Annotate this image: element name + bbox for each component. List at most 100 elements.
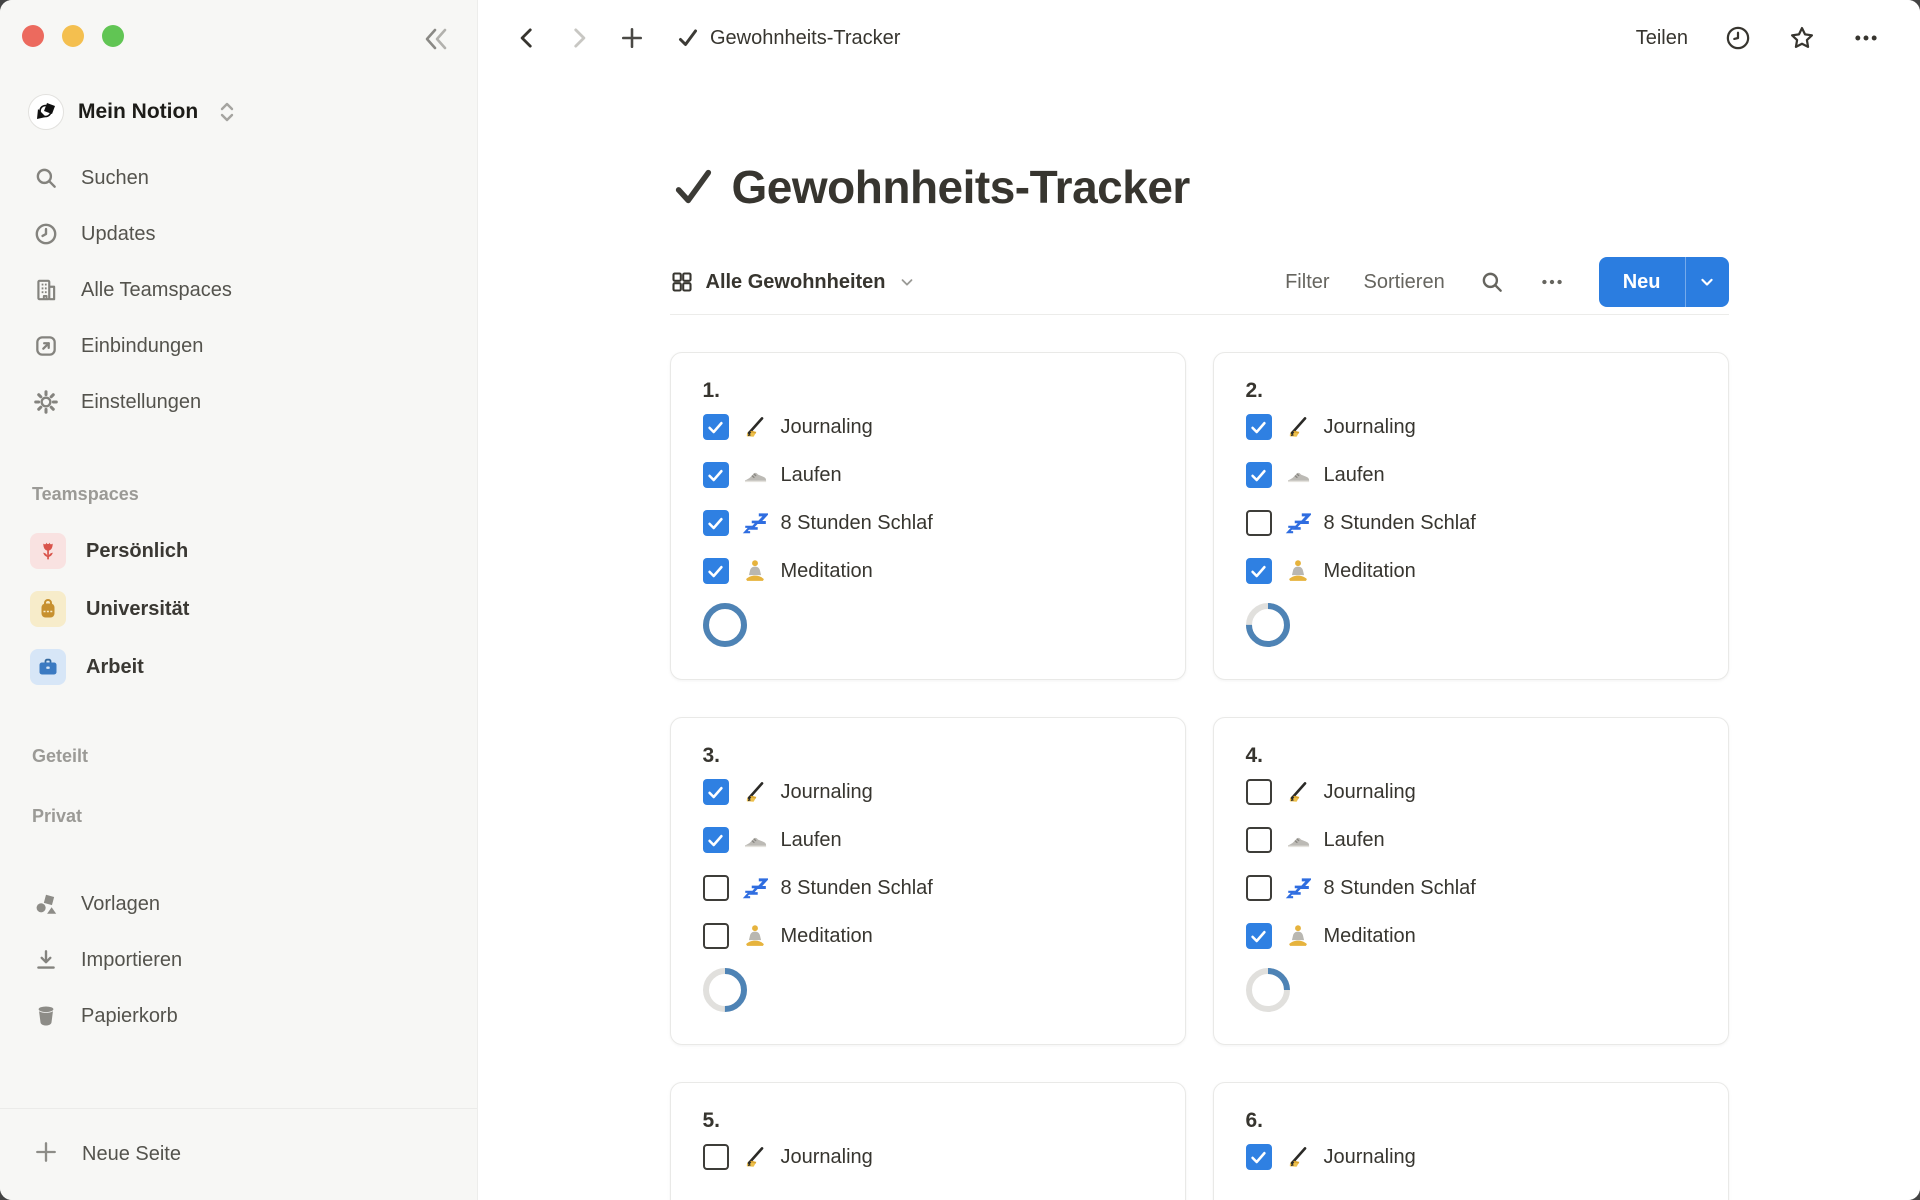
embed-arrow-icon: [32, 333, 59, 360]
close-window-button[interactable]: [22, 25, 44, 47]
habit-checkbox[interactable]: [1246, 827, 1272, 853]
chevron-down-icon: [1697, 272, 1717, 292]
habit-checkbox[interactable]: [1246, 558, 1272, 584]
card-title: 1.: [703, 379, 1153, 403]
workspace-switcher[interactable]: Mein Notion: [28, 88, 477, 136]
habit-checkbox[interactable]: [703, 827, 729, 853]
teamspace-label: Universität: [86, 598, 189, 621]
habit-label: Journaling: [781, 781, 873, 804]
habit-row: Meditation: [1246, 912, 1696, 960]
sidebar-item-label: Importieren: [81, 949, 182, 972]
forward-button[interactable]: [566, 25, 592, 51]
share-button[interactable]: Teilen: [1636, 27, 1688, 50]
new-page-button[interactable]: Neue Seite: [0, 1108, 477, 1200]
minimize-window-button[interactable]: [62, 25, 84, 47]
habit-row: Journaling: [703, 768, 1153, 816]
habit-card[interactable]: 3.JournalingLaufen8 Stunden SchlafMedita…: [670, 717, 1186, 1045]
meditation-icon: [1285, 558, 1311, 584]
habit-checkbox[interactable]: [1246, 779, 1272, 805]
check-icon: [706, 418, 725, 437]
tulip-icon: [30, 533, 66, 569]
new-entry-button[interactable]: Neu: [1599, 257, 1685, 307]
sidebar-item-einbindungen[interactable]: Einbindungen: [0, 318, 477, 374]
check-icon: [706, 562, 725, 581]
breadcrumb[interactable]: Gewohnheits-Tracker: [676, 26, 900, 50]
back-button[interactable]: [514, 25, 540, 51]
habit-checkbox[interactable]: [1246, 510, 1272, 536]
teamspace-arbeit[interactable]: Arbeit: [0, 638, 477, 696]
running-shoe-icon: [1285, 827, 1311, 853]
check-icon: [1249, 562, 1268, 581]
habit-row: Laufen: [1246, 451, 1696, 499]
new-tab-plus-button[interactable]: [618, 24, 646, 52]
shared-section-label[interactable]: Geteilt: [0, 744, 477, 768]
habit-checkbox[interactable]: [703, 558, 729, 584]
view-options-button[interactable]: [1539, 269, 1565, 295]
filter-button[interactable]: Filter: [1285, 271, 1329, 294]
sidebar: Mein Notion Suchen: [0, 0, 478, 1200]
habit-label: Journaling: [781, 416, 873, 439]
teamspace-persoenlich[interactable]: Persönlich: [0, 522, 477, 580]
habit-row: Journaling: [703, 403, 1153, 451]
more-options-button[interactable]: [1852, 24, 1880, 52]
sidebar-nav: Suchen Updates: [0, 150, 477, 430]
briefcase-icon: [30, 649, 66, 685]
habit-checkbox[interactable]: [703, 414, 729, 440]
habit-row: 8 Stunden Schlaf: [1246, 499, 1696, 547]
sort-button[interactable]: Sortieren: [1364, 271, 1445, 294]
habit-row: Meditation: [703, 912, 1153, 960]
sidebar-item-vorlagen[interactable]: Vorlagen: [0, 876, 477, 932]
search-icon: [32, 165, 59, 192]
habit-row: Laufen: [1246, 816, 1696, 864]
zoom-window-button[interactable]: [102, 25, 124, 47]
sidebar-item-label: Einstellungen: [81, 391, 201, 414]
search-view-button[interactable]: [1479, 269, 1505, 295]
sidebar-item-suchen[interactable]: Suchen: [0, 150, 477, 206]
habit-card[interactable]: 5.Journaling: [670, 1082, 1186, 1200]
writing-hand-icon: [742, 1144, 768, 1170]
habit-checkbox[interactable]: [703, 1144, 729, 1170]
page-content: Gewohnheits-Tracker Alle Gewohnheiten Fi…: [670, 76, 1729, 1200]
writing-hand-icon: [1285, 414, 1311, 440]
sidebar-item-alle-teamspaces[interactable]: Alle Teamspaces: [0, 262, 477, 318]
habit-checkbox[interactable]: [703, 923, 729, 949]
sidebar-item-updates[interactable]: Updates: [0, 206, 477, 262]
check-icon: [1249, 466, 1268, 485]
habit-checkbox[interactable]: [1246, 875, 1272, 901]
sidebar-item-importieren[interactable]: Importieren: [0, 932, 477, 988]
workspace-switch-icon: [216, 99, 238, 125]
chevron-left-icon: [514, 25, 540, 51]
history-clock-button[interactable]: [1724, 24, 1752, 52]
habit-checkbox[interactable]: [1246, 1144, 1272, 1170]
habit-card[interactable]: 1.JournalingLaufen8 Stunden SchlafMedita…: [670, 352, 1186, 680]
running-shoe-icon: [742, 462, 768, 488]
habit-card[interactable]: 6.Journaling: [1213, 1082, 1729, 1200]
habit-checkbox[interactable]: [1246, 462, 1272, 488]
habit-checkbox[interactable]: [1246, 923, 1272, 949]
running-shoe-icon: [1285, 462, 1311, 488]
habit-checkbox[interactable]: [703, 462, 729, 488]
new-entry-dropdown-button[interactable]: [1685, 257, 1729, 307]
sidebar-item-einstellungen[interactable]: Einstellungen: [0, 374, 477, 430]
habit-row: 8 Stunden Schlaf: [1246, 864, 1696, 912]
card-title: 4.: [1246, 744, 1696, 768]
sidebar-item-papierkorb[interactable]: Papierkorb: [0, 988, 477, 1044]
habit-checkbox[interactable]: [703, 779, 729, 805]
favorite-star-button[interactable]: [1788, 24, 1816, 52]
teamspace-universitaet[interactable]: Universität: [0, 580, 477, 638]
sidebar-item-label: Suchen: [81, 167, 149, 190]
habit-checkbox[interactable]: [703, 875, 729, 901]
habit-card[interactable]: 4.JournalingLaufen8 Stunden SchlafMedita…: [1213, 717, 1729, 1045]
progress-ring: [1246, 968, 1290, 1012]
habit-card[interactable]: 2.JournalingLaufen8 Stunden SchlafMedita…: [1213, 352, 1729, 680]
toolbar-divider: [670, 314, 1729, 315]
habit-checkbox[interactable]: [703, 510, 729, 536]
habit-checkbox[interactable]: [1246, 414, 1272, 440]
workspace-name: Mein Notion: [78, 100, 198, 124]
view-switcher[interactable]: Alle Gewohnheiten: [670, 270, 916, 294]
sidebar-item-label: Alle Teamspaces: [81, 279, 232, 302]
private-section-label[interactable]: Privat: [0, 804, 477, 828]
sidebar-item-label: Einbindungen: [81, 335, 203, 358]
collapse-sidebar-button[interactable]: [417, 22, 455, 56]
view-toolbar: Alle Gewohnheiten Filter Sortieren Neu: [670, 256, 1729, 308]
